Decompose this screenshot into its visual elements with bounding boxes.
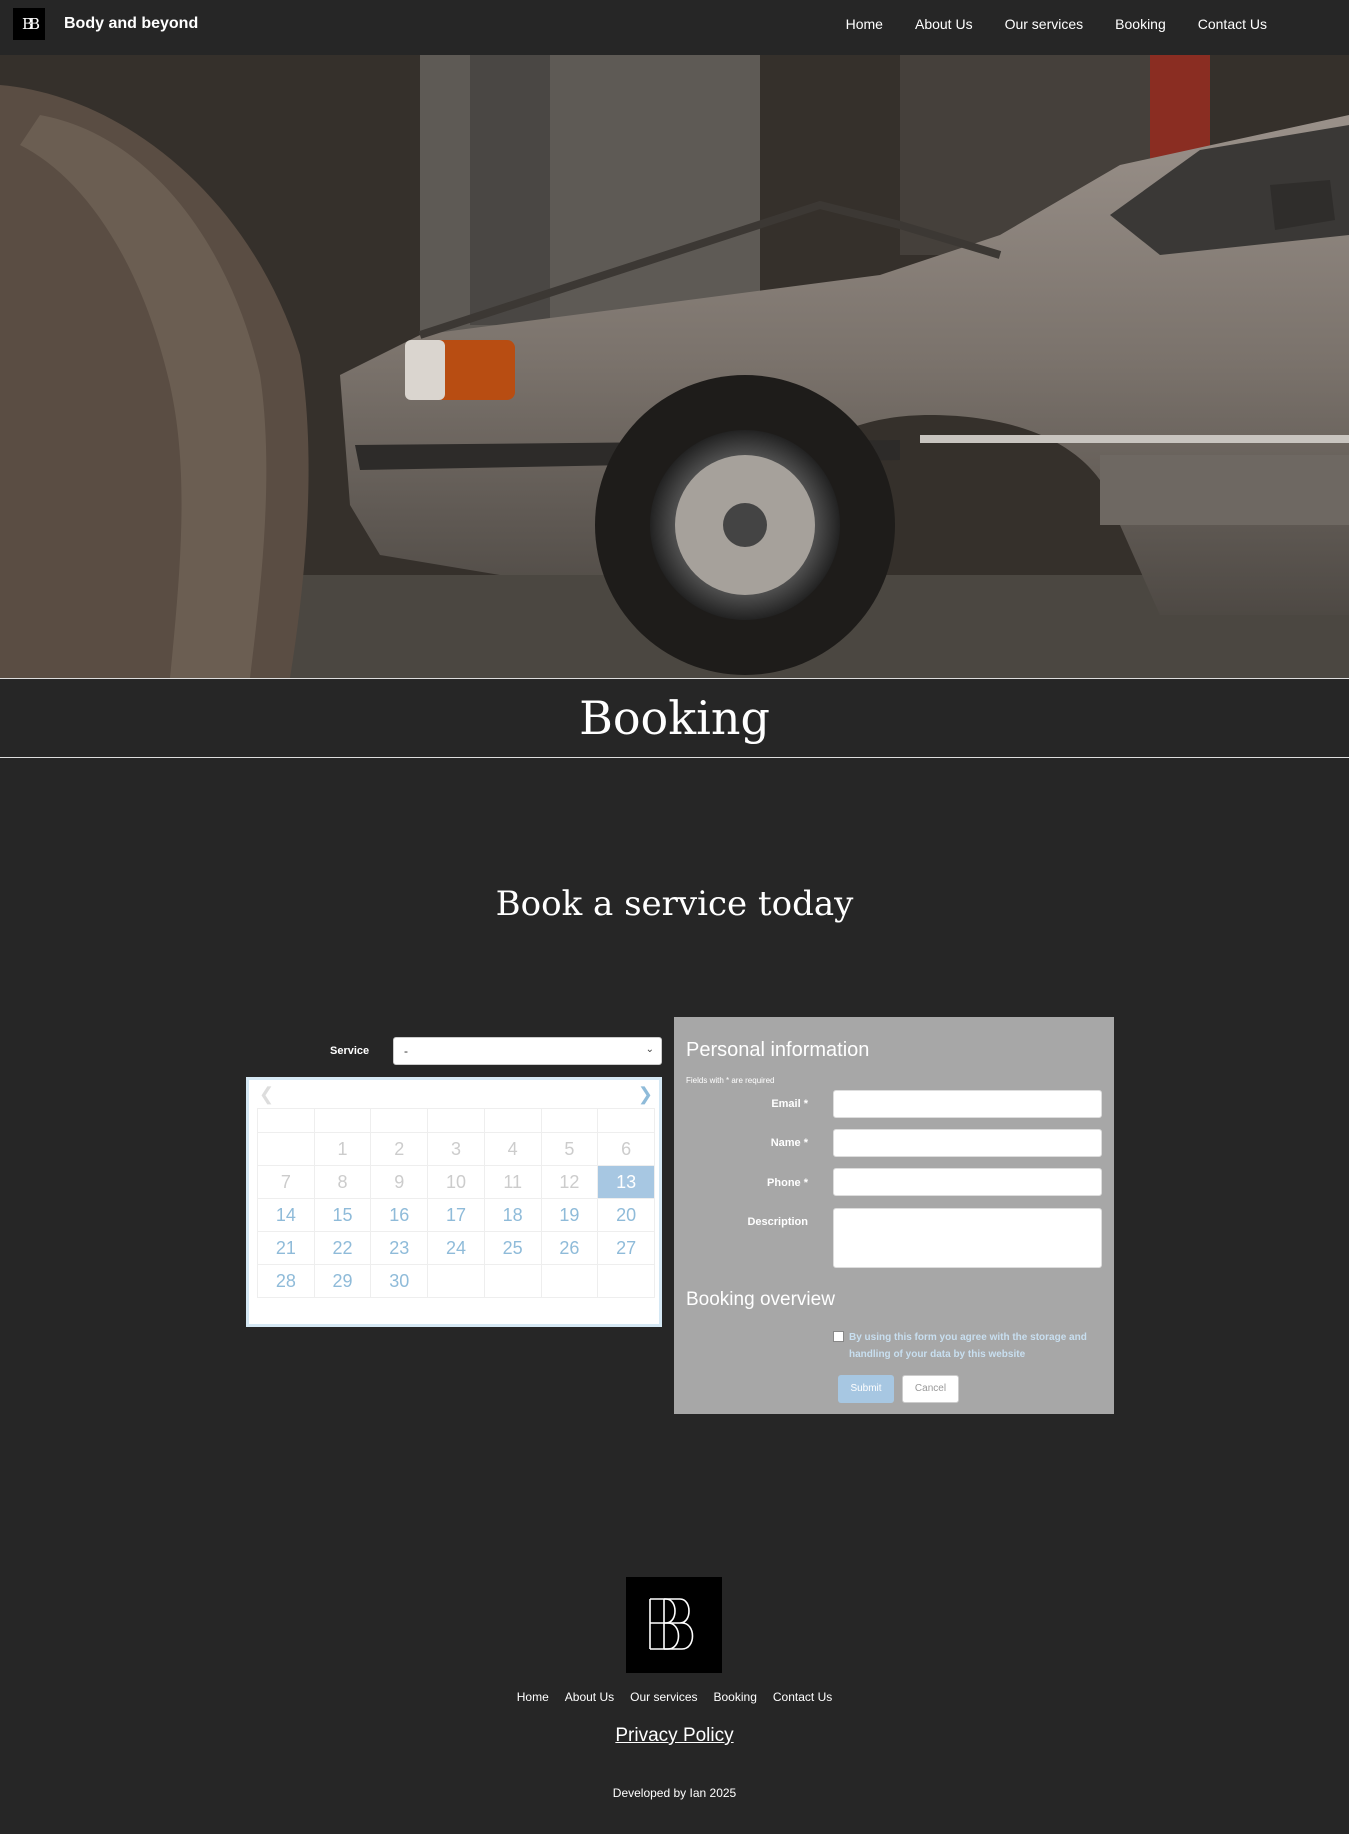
page-title-band: Booking	[0, 678, 1349, 758]
nav-contact-us[interactable]: Contact Us	[1198, 16, 1267, 32]
page-title: Booking	[579, 691, 770, 745]
logo-mark: BB	[21, 15, 40, 33]
top-navbar: BB Body and beyond Home About Us Our ser…	[0, 0, 1349, 55]
cancel-button[interactable]: Cancel	[902, 1375, 959, 1403]
service-select[interactable]: - ⌄	[393, 1037, 662, 1065]
calendar-day[interactable]: 20	[597, 1198, 655, 1232]
logo[interactable]: BB	[13, 8, 45, 40]
name-field[interactable]	[833, 1129, 1102, 1157]
nav-our-services[interactable]: Our services	[1005, 16, 1084, 32]
next-month-icon[interactable]: ❯	[638, 1084, 653, 1105]
calendar-day: 12	[540, 1165, 599, 1199]
calendar-day-empty	[483, 1264, 542, 1298]
calendar-header: ❮ ❯	[249, 1080, 659, 1107]
date-calendar: ❮ ❯ 1 2 3 4 5 6 7 8 9 10 11 12 13 14 15 …	[246, 1077, 662, 1327]
prev-month-icon[interactable]: ❮	[259, 1084, 274, 1105]
personal-info-panel: Personal information Fields with * are r…	[674, 1017, 1114, 1414]
calendar-day[interactable]: 23	[370, 1231, 429, 1265]
calendar-day	[257, 1132, 315, 1166]
description-field[interactable]	[833, 1208, 1102, 1268]
calendar-day[interactable]: 24	[427, 1231, 485, 1265]
section-heading: Book a service today	[495, 884, 854, 924]
service-selected-value: -	[404, 1044, 408, 1058]
privacy-policy-link[interactable]: Privacy Policy	[0, 1725, 1349, 1747]
calendar-day[interactable]: 25	[483, 1231, 542, 1265]
weekday-cell	[313, 1108, 372, 1133]
calendar-day: 4	[483, 1132, 542, 1166]
calendar-day: 2	[370, 1132, 429, 1166]
weekday-cell	[257, 1108, 315, 1133]
footer-nav: Home About Us Our services Booking Conta…	[0, 1690, 1349, 1704]
calendar-day: 9	[370, 1165, 429, 1199]
calendar-day[interactable]: 21	[257, 1231, 315, 1265]
nav-booking[interactable]: Booking	[1115, 16, 1166, 32]
personal-info-title: Personal information	[686, 1039, 870, 1061]
calendar-day[interactable]: 17	[427, 1198, 485, 1232]
calendar-day: 7	[257, 1165, 315, 1199]
consent-text: By using this form you agree with the st…	[849, 1332, 1087, 1360]
car-illustration	[0, 55, 1349, 678]
submit-button[interactable]: Submit	[838, 1375, 894, 1403]
footer-nav-about-us[interactable]: About Us	[565, 1690, 614, 1704]
phone-label: Phone *	[767, 1177, 808, 1189]
calendar-day: 8	[313, 1165, 372, 1199]
consent-checkbox[interactable]	[833, 1331, 844, 1342]
calendar-day[interactable]: 18	[483, 1198, 542, 1232]
calendar-day[interactable]: 28	[257, 1264, 315, 1298]
name-label: Name *	[770, 1137, 808, 1149]
developer-credit: Developed by Ian 2025	[612, 1786, 737, 1800]
bb-logo-icon	[649, 1598, 694, 1650]
description-label: Description	[747, 1216, 808, 1228]
footer-logo[interactable]	[626, 1577, 722, 1673]
calendar-day[interactable]: 15	[313, 1198, 372, 1232]
calendar-day-empty	[597, 1264, 655, 1298]
footer-nav-contact-us[interactable]: Contact Us	[773, 1690, 832, 1704]
calendar-day: 6	[597, 1132, 655, 1166]
calendar-day: 5	[540, 1132, 599, 1166]
calendar-week: 7 8 9 10 11 12 13	[257, 1165, 655, 1199]
hero-image	[0, 55, 1349, 678]
required-note: Fields with * are required	[686, 1076, 775, 1085]
calendar-week: 28 29 30	[257, 1264, 655, 1298]
email-label: Email *	[771, 1098, 808, 1110]
calendar-day[interactable]: 19	[540, 1198, 599, 1232]
service-label: Service	[330, 1045, 370, 1057]
footer-nav-booking[interactable]: Booking	[714, 1690, 757, 1704]
calendar-day-empty	[427, 1264, 485, 1298]
weekday-cell	[597, 1108, 655, 1133]
calendar-week: 1 2 3 4 5 6	[257, 1132, 655, 1166]
weekday-row	[257, 1108, 655, 1133]
calendar-day[interactable]: 27	[597, 1231, 655, 1265]
chevron-down-icon: ⌄	[645, 1044, 654, 1055]
calendar-day: 3	[427, 1132, 485, 1166]
phone-field[interactable]	[833, 1168, 1102, 1196]
weekday-cell	[540, 1108, 599, 1133]
brand-name[interactable]: Body and beyond	[64, 15, 198, 33]
calendar-day-empty	[540, 1264, 599, 1298]
nav-home[interactable]: Home	[846, 16, 883, 32]
email-field[interactable]	[833, 1090, 1102, 1118]
calendar-day: 10	[427, 1165, 485, 1199]
calendar-day[interactable]: 30	[370, 1264, 429, 1298]
calendar-week: 14 15 16 17 18 19 20	[257, 1198, 655, 1232]
calendar-grid: 1 2 3 4 5 6 7 8 9 10 11 12 13 14 15 16 1…	[257, 1108, 655, 1298]
weekday-cell	[370, 1108, 429, 1133]
main-nav: Home About Us Our services Booking Conta…	[846, 16, 1267, 32]
booking-overview-title: Booking overview	[686, 1289, 835, 1310]
calendar-week: 21 22 23 24 25 26 27	[257, 1231, 655, 1265]
nav-about-us[interactable]: About Us	[915, 16, 973, 32]
calendar-day[interactable]: 26	[540, 1231, 599, 1265]
calendar-day[interactable]: 14	[257, 1198, 315, 1232]
footer-nav-our-services[interactable]: Our services	[630, 1690, 697, 1704]
calendar-day[interactable]: 22	[313, 1231, 372, 1265]
calendar-day: 1	[313, 1132, 372, 1166]
calendar-day[interactable]: 29	[313, 1264, 372, 1298]
calendar-day[interactable]: 16	[370, 1198, 429, 1232]
footer-nav-home[interactable]: Home	[517, 1690, 549, 1704]
weekday-cell	[427, 1108, 485, 1133]
calendar-day-selected[interactable]: 13	[597, 1165, 655, 1199]
weekday-cell	[483, 1108, 542, 1133]
calendar-day: 11	[483, 1165, 542, 1199]
